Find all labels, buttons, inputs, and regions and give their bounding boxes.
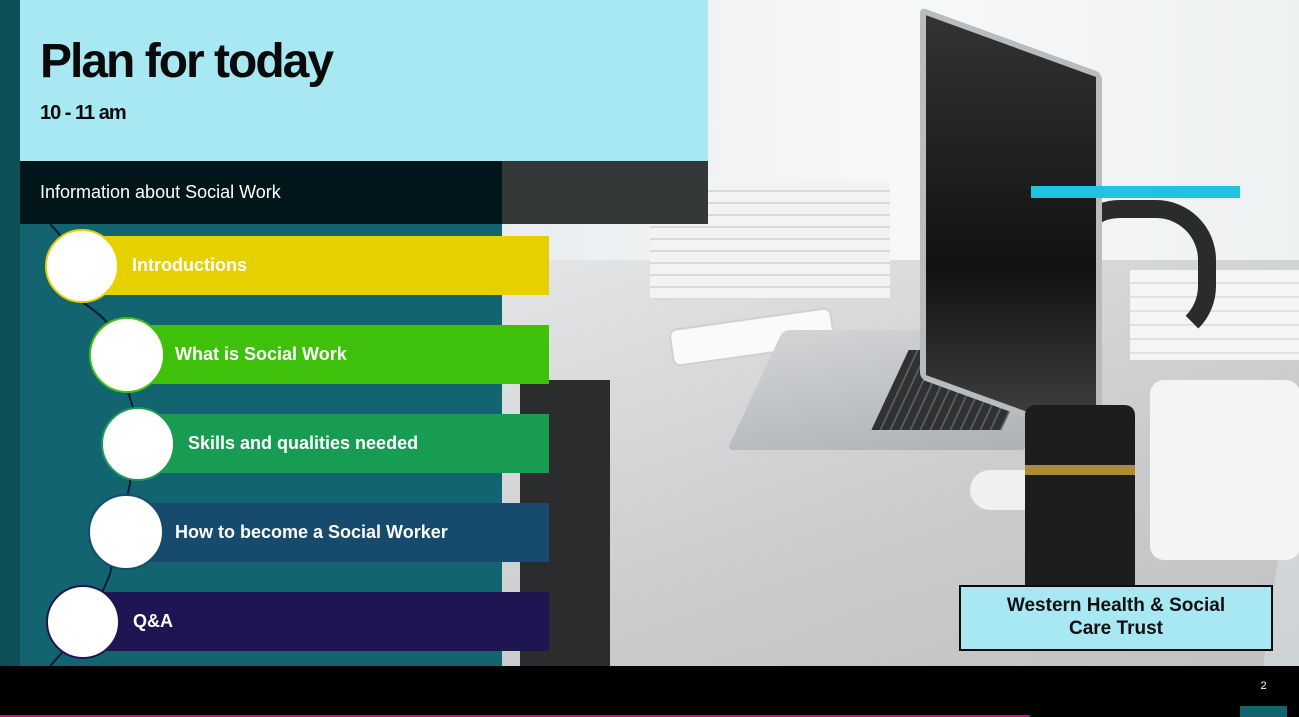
agenda-item-qa: Q&A [80, 592, 549, 651]
info-bar-text: Information about Social Work [40, 182, 281, 202]
organisation-line-1: Western Health & Social [1006, 595, 1226, 617]
photo-laptop-screen [920, 6, 1102, 446]
agenda-bullet-circle [101, 407, 175, 481]
agenda-bullet-circle [46, 585, 120, 659]
organisation-line-2: Care Trust [1069, 618, 1163, 639]
slide: Plan for today 10 - 11 am Information ab… [0, 0, 1299, 717]
agenda-item-label: Skills and qualities needed [188, 433, 419, 453]
agenda-item-label: Q&A [133, 611, 173, 631]
agenda-bullet-circle [88, 494, 164, 570]
info-bar-overlay [502, 161, 708, 224]
agenda-item-introductions: Introductions [77, 236, 549, 295]
agenda-bullet-circle [89, 317, 165, 393]
photo-mug [1025, 405, 1135, 605]
agenda-item-label: What is Social Work [175, 344, 347, 364]
organisation-label: Western Health & Social Care Trust [959, 585, 1273, 651]
footer-bar [0, 666, 1299, 717]
agenda-item-what-is-social-work: What is Social Work [123, 325, 549, 384]
info-bar: Information about Social Work [20, 161, 708, 224]
agenda-item-skills: Skills and qualities needed [137, 414, 549, 473]
slide-title: Plan for today [40, 35, 334, 88]
photo-mug-band [1025, 465, 1135, 475]
page-number-accent [1240, 706, 1287, 717]
page-number: 2 [1260, 680, 1267, 692]
agenda-item-label: Introductions [132, 255, 247, 275]
left-edge-strip [0, 0, 20, 666]
agenda-item-become-social-worker: How to become a Social Worker [124, 503, 549, 562]
photo-cup [1150, 380, 1299, 560]
agenda-bullet-circle [45, 229, 119, 303]
agenda-item-label: How to become a Social Worker [175, 522, 448, 542]
accent-line [1031, 186, 1240, 198]
slide-time: 10 - 11 am [40, 102, 127, 124]
